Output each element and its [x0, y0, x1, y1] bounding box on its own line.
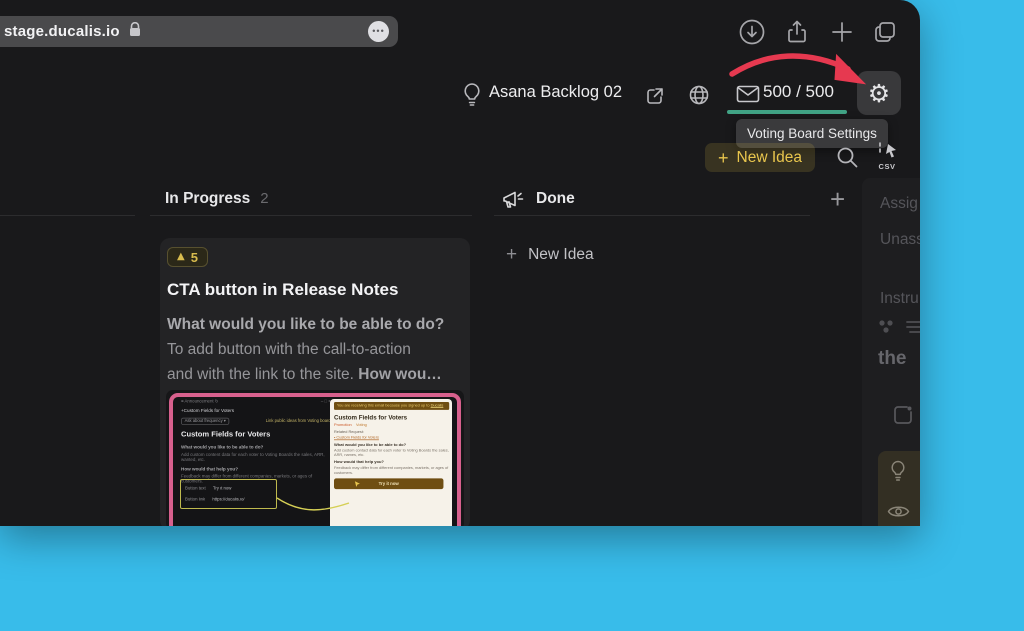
- idea-lightbulb-icon: [461, 82, 483, 113]
- done-new-idea-label: New Idea: [528, 246, 593, 264]
- new-idea-button[interactable]: + New Idea: [705, 143, 815, 172]
- card-question: What would you like to be able to do?: [167, 312, 465, 337]
- done-label: Done: [536, 190, 575, 207]
- screenshot-pink-frame: ≡ Announcement ↻ – □ × +Custom Fields fo…: [169, 393, 461, 526]
- in-progress-count: 2: [260, 190, 268, 207]
- more-dots-icon: •••: [372, 27, 384, 36]
- column-header-done[interactable]: Done: [536, 190, 575, 208]
- done-new-idea-button[interactable]: + New Idea: [506, 245, 594, 264]
- eye-tool-icon[interactable]: [887, 504, 910, 524]
- side-label-instructions: Instru: [880, 290, 919, 308]
- browser-window: stage.ducalis.io ••• Asana Backlog: [0, 0, 920, 526]
- plus-icon: +: [506, 245, 517, 264]
- side-label-unassigned: Unass: [880, 231, 920, 249]
- votes-progress-bar: [727, 110, 847, 114]
- vote-badge[interactable]: ▲ 5: [167, 247, 208, 267]
- in-progress-divider: [150, 215, 472, 216]
- csv-label: CSV: [872, 162, 902, 171]
- column-header-in-progress[interactable]: In Progress 2: [165, 190, 269, 208]
- plus-icon: +: [718, 149, 729, 167]
- idea-card[interactable]: ▲ 5 CTA button in Release Notes What wou…: [160, 238, 470, 526]
- left-column-divider: [0, 215, 135, 216]
- plus-icon: +: [830, 184, 845, 214]
- integrations-dots-icon: [878, 319, 896, 339]
- globe-icon: [688, 84, 710, 106]
- search-button[interactable]: [836, 146, 859, 174]
- add-column-button[interactable]: +: [830, 184, 845, 215]
- card-body-line1: To add button with the call-to-action: [167, 337, 465, 362]
- upvote-triangle-icon: ▲: [177, 252, 185, 262]
- language-button[interactable]: [688, 84, 710, 111]
- url-text: stage.ducalis.io: [4, 23, 120, 40]
- external-link-icon: [645, 86, 665, 106]
- side-label-the: the: [878, 348, 907, 370]
- tooltip-label: Voting Board Settings: [747, 126, 877, 141]
- card-title: CTA button in Release Notes: [167, 280, 398, 300]
- side-label-assignee: Assig: [880, 195, 918, 213]
- in-progress-label: In Progress: [165, 190, 250, 207]
- megaphone-icon: [501, 189, 525, 216]
- red-arrow-annotation: [722, 42, 882, 98]
- side-toolbar-highlight: [878, 451, 920, 526]
- open-external-button[interactable]: [645, 86, 665, 111]
- search-icon: [836, 146, 859, 169]
- vote-count: 5: [191, 251, 198, 264]
- filter-lines-icon: [906, 319, 920, 339]
- url-bar[interactable]: stage.ducalis.io •••: [0, 16, 398, 47]
- connector-line: [173, 397, 461, 526]
- page-title: Asana Backlog 02: [489, 83, 622, 102]
- export-csv-button[interactable]: CSV: [872, 141, 902, 171]
- card-body: What would you like to be able to do? To…: [167, 312, 465, 387]
- lock-icon: [129, 22, 141, 42]
- csv-export-icon: [875, 141, 899, 159]
- detail-side-panel: Assig Unass Instru the: [862, 178, 920, 526]
- card-body-line2: and with the link to the site. How wou…: [167, 362, 465, 387]
- done-divider: [494, 215, 810, 216]
- lightbulb-tool-icon[interactable]: [889, 460, 907, 488]
- new-idea-label: New Idea: [737, 149, 802, 167]
- more-options-button[interactable]: •••: [368, 21, 389, 42]
- board-preview-icon[interactable]: [892, 404, 914, 431]
- card-screenshot-attachment[interactable]: ≡ Announcement ↻ – □ × +Custom Fields fo…: [166, 390, 464, 526]
